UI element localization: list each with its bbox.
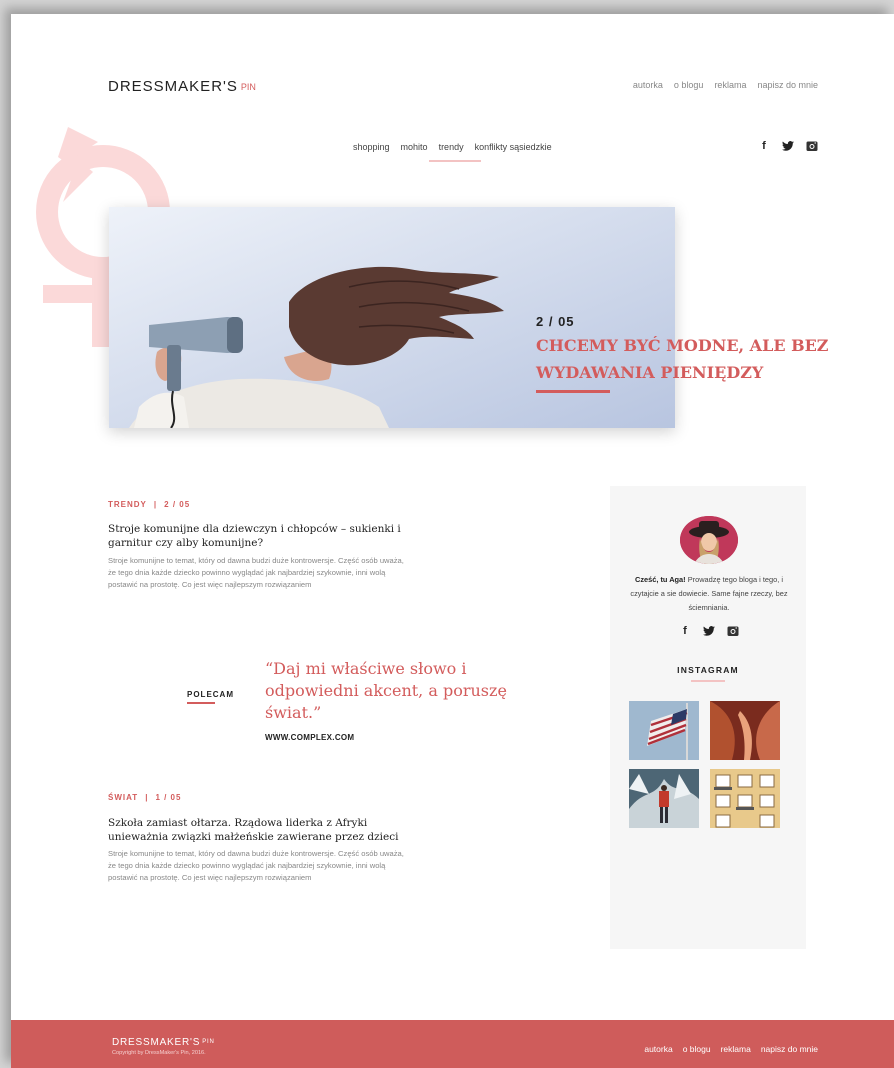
- twitter-icon[interactable]: [782, 140, 794, 152]
- hero-photo: [109, 207, 675, 428]
- article-1-excerpt: Stroje komunijne to temat, który od dawn…: [108, 556, 404, 589]
- instagram-icon[interactable]: [727, 625, 739, 637]
- footer-link-o-blogu[interactable]: o blogu: [683, 1044, 711, 1054]
- article-2-counter: 1 / 05: [155, 793, 182, 802]
- facebook-icon[interactable]: f: [679, 625, 691, 637]
- instagram-icon[interactable]: [806, 140, 818, 152]
- facebook-icon[interactable]: f: [758, 140, 770, 152]
- hero-title-underline: [536, 390, 610, 393]
- category-shopping[interactable]: shopping: [353, 142, 390, 152]
- instagram-photo-canyon[interactable]: [710, 701, 780, 760]
- logo-pin-text: PIN: [240, 82, 256, 93]
- nav-link-o-blogu[interactable]: o blogu: [674, 80, 704, 90]
- category-mohito[interactable]: mohito: [401, 142, 428, 152]
- category-trendy[interactable]: trendy: [428, 142, 481, 162]
- nav-link-napisz-do-mnie[interactable]: napisz do mnie: [757, 80, 818, 90]
- hero-image[interactable]: [109, 207, 675, 428]
- hero-title[interactable]: CHCEMY BYĆ MODNE, ALE BEZ WYDAWANIA PIEN…: [536, 332, 836, 386]
- hero-counter: 2 / 05: [536, 314, 575, 329]
- twitter-icon[interactable]: [703, 625, 715, 637]
- author-greeting: Cześć, tu Aga!: [634, 575, 686, 584]
- recommend-source[interactable]: WWW.COMPLEX.COM: [265, 733, 354, 742]
- article-2-category[interactable]: ŚWIAT: [108, 793, 138, 802]
- footer-nav: autorka o blogu reklama napisz do mnie: [644, 1044, 818, 1054]
- header-social: f: [758, 140, 818, 152]
- instagram-photo-building[interactable]: [710, 769, 780, 828]
- article-2-meta: ŚWIAT | 1 / 05: [108, 793, 182, 802]
- footer-link-napisz-do-mnie[interactable]: napisz do mnie: [761, 1044, 818, 1054]
- footer-logo-text: DRESSMAKER'S: [112, 1037, 201, 1048]
- author-bio: Cześć, tu Aga! Prowadzę tego bloga i teg…: [630, 573, 788, 615]
- footer-copyright: Copyright by DressMaker's Pin, 2016.: [112, 1050, 206, 1056]
- page: DRESSMAKER'S PIN autorka o blogu reklama …: [11, 14, 894, 1068]
- instagram-underline: [691, 680, 725, 682]
- article-2-title[interactable]: Szkoła zamiast ołtarza. Rządowa liderka …: [108, 816, 418, 844]
- footer-link-reklama[interactable]: reklama: [721, 1044, 751, 1054]
- nav-link-autorka[interactable]: autorka: [633, 80, 663, 90]
- article-1-counter: 2 / 05: [164, 500, 191, 509]
- recommend-label: POLECAM: [187, 690, 234, 699]
- instagram-title: INSTAGRAM: [677, 665, 739, 675]
- sidebar-social: f: [679, 625, 739, 637]
- footer-link-autorka[interactable]: autorka: [644, 1044, 672, 1054]
- recommend-underline: [187, 702, 215, 704]
- nav-link-reklama[interactable]: reklama: [714, 80, 746, 90]
- author-avatar: [680, 516, 738, 564]
- instagram-photo-hiker[interactable]: [629, 769, 699, 828]
- site-logo[interactable]: DRESSMAKER'S PIN: [108, 78, 256, 95]
- logo-text: DRESSMAKER'S: [108, 78, 238, 95]
- category-konflikty-sasiedzkie[interactable]: konflikty sąsiedzkie: [475, 142, 552, 152]
- recommend-quote: “Daj mi właściwe słowo i odpowiedni akce…: [265, 659, 507, 722]
- instagram-photo-flag[interactable]: [629, 701, 699, 760]
- article-2-excerpt: Stroje komunijne to temat, który od dawn…: [108, 849, 404, 882]
- article-1-title[interactable]: Stroje komunijne dla dziewczyn i chłopcó…: [108, 522, 418, 550]
- footer-logo-pin-text: PIN: [202, 1039, 215, 1046]
- footer-logo[interactable]: DRESSMAKER'S PIN: [112, 1037, 215, 1048]
- top-nav: autorka o blogu reklama napisz do mnie: [633, 80, 818, 90]
- article-1-category[interactable]: TRENDY: [108, 500, 147, 509]
- category-nav: shopping mohito trendy konflikty sąsiedz…: [353, 142, 552, 162]
- article-1-meta: TRENDY | 2 / 05: [108, 500, 191, 509]
